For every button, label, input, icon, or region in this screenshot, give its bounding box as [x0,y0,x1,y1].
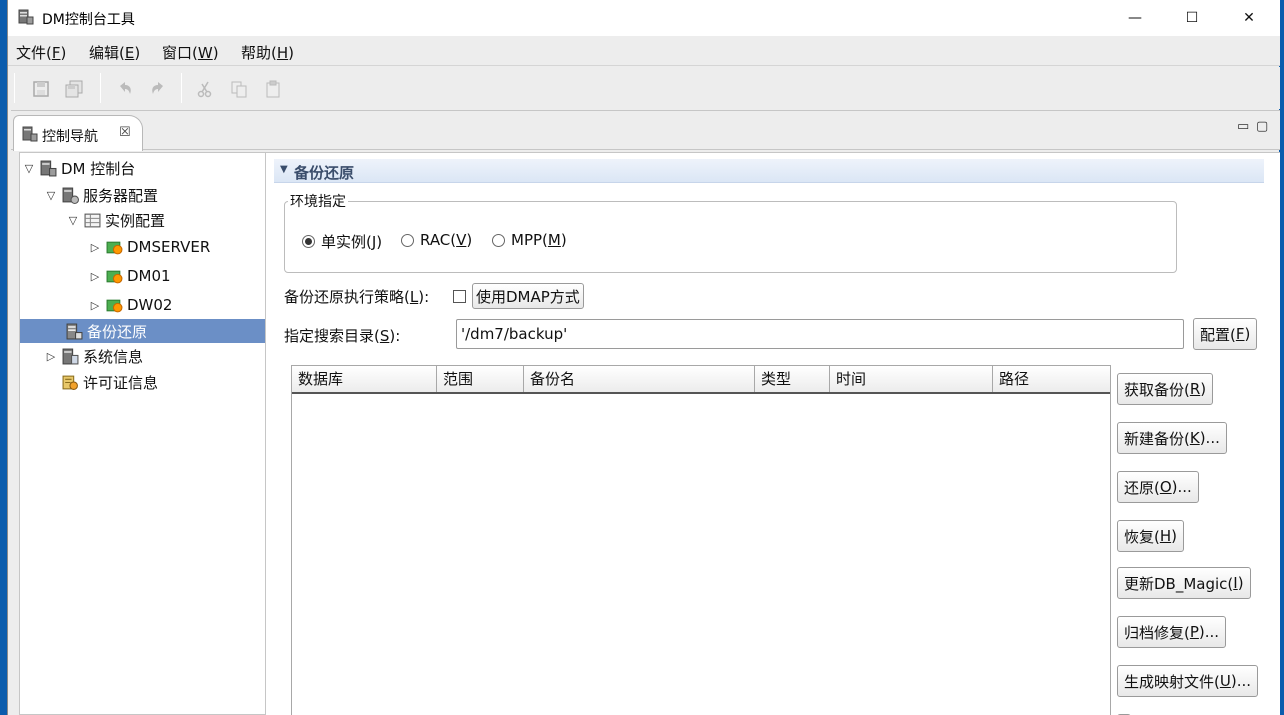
update-db-magic-button[interactable]: 更新DB_Magic(I) [1117,567,1251,599]
radio-unselected-icon [401,233,414,247]
expand-toggle-icon[interactable]: ▽ [44,189,58,202]
tree-node-backup-restore[interactable]: 备份还原 [20,319,265,343]
tree-node-label: 服务器配置 [83,186,159,205]
navigation-tree: ▽ DM 控制台 ▽ 服务器配置 ▽ 实例配置 ▷ DMSERVER ▷ DM0… [19,152,266,715]
column-header-path[interactable]: 路径 [993,366,1110,392]
column-header-type[interactable]: 类型 [755,366,830,392]
recover-button[interactable]: 恢复(H) [1117,520,1184,552]
tree-node-system-info[interactable]: ▷ 系统信息 [44,344,265,368]
menu-window[interactable]: 窗口(W) [162,42,219,63]
tree-node-dm01[interactable]: ▷ DM01 [88,264,265,288]
toolbar-separator [181,73,182,103]
config-button[interactable]: 配置(F) [1193,318,1258,350]
tree-node-dw02[interactable]: ▷ DW02 [88,293,265,317]
table-header: 数据库 范围 备份名 类型 时间 路径 [292,366,1110,394]
dmap-checkbox[interactable] [453,290,466,303]
search-dir-label: 指定搜索目录(S): [284,327,401,345]
dmap-option-label[interactable]: 使用DMAP方式 [472,283,584,309]
save-all-icon[interactable] [65,80,83,98]
collapse-arrow-icon[interactable]: ▼ [280,164,288,175]
maximize-button[interactable]: ☐ [1163,0,1221,36]
window-title: DM控制台工具 [42,12,135,28]
expand-toggle-icon[interactable]: ▷ [44,350,58,363]
generate-mapping-file-button[interactable]: 生成映射文件(U)... [1117,665,1258,697]
menu-bar: 文件(F) 编辑(E) 窗口(W) 帮助(H) [8,36,1280,66]
section-title: 备份还原 [294,164,355,182]
tree-node-label: DM01 [127,267,171,285]
backup-restore-editor: ▼ 备份还原 环境指定 单实例(J) RAC(V) MPP(M) 备份还原执行策… [266,152,1280,715]
instance-config-icon [84,213,101,227]
backup-table[interactable]: 数据库 范围 备份名 类型 时间 路径 [291,365,1111,715]
minimize-button[interactable]: — [1106,0,1164,36]
archive-repair-button[interactable]: 归档修复(P)... [1117,616,1227,648]
radio-unselected-icon [492,233,505,247]
get-backup-button[interactable]: 获取备份(R) [1117,373,1214,405]
expand-toggle-icon[interactable]: ▽ [22,162,36,175]
tree-node-label: 备份还原 [87,322,148,341]
column-header-database[interactable]: 数据库 [292,366,437,392]
toolbar-separator [100,73,101,103]
menu-help[interactable]: 帮助(H) [241,42,294,63]
server-config-icon [62,187,79,204]
tab-label: 控制导航 [42,129,98,145]
backup-icon [66,323,83,339]
tree-node-label: 许可证信息 [83,373,159,392]
toolbar [8,67,1280,109]
tree-node-label: DW02 [127,296,173,314]
radio-single-instance[interactable]: 单实例(J) [302,231,382,252]
tree-node-dmserver[interactable]: ▷ DMSERVER [88,235,265,259]
close-button[interactable]: ✕ [1220,0,1278,36]
view-tab-bar: 控制导航 ☒ ▭ ▢ [11,110,1280,151]
tree-node-label: DM 控制台 [61,159,136,178]
strategy-label: 备份还原执行策略(L): [284,288,430,306]
section-header[interactable]: ▼ 备份还原 [274,159,1264,183]
instance-icon [106,270,123,283]
tree-node-instance-config[interactable]: ▽ 实例配置 [66,208,265,232]
column-header-backup-name[interactable]: 备份名 [524,366,755,392]
radio-rac[interactable]: RAC(V) [401,231,472,249]
license-icon [62,375,78,390]
environment-legend: 环境指定 [288,191,348,211]
radio-mpp[interactable]: MPP(M) [492,231,567,249]
restore-button[interactable]: 还原(O)... [1117,471,1199,503]
copy-icon[interactable] [230,80,248,98]
expand-toggle-icon[interactable]: ▷ [88,270,102,283]
maximize-view-icon[interactable]: ▢ [1256,119,1268,134]
column-header-time[interactable]: 时间 [830,366,993,392]
tree-node-server-config[interactable]: ▽ 服务器配置 [44,183,265,207]
title-bar: DM控制台工具 — ☐ ✕ [8,0,1280,36]
tree-node-label: 实例配置 [105,211,166,230]
search-dir-input[interactable]: '/dm7/backup' [456,319,1184,349]
menu-edit[interactable]: 编辑(E) [89,42,140,63]
toolbar-separator [14,73,15,103]
radio-selected-icon [302,235,315,248]
cut-icon[interactable] [196,80,214,98]
app-icon [18,9,34,25]
expand-toggle-icon[interactable]: ▷ [88,299,102,312]
tree-node-dm-console[interactable]: ▽ DM 控制台 [22,156,265,180]
new-backup-button[interactable]: 新建备份(K)... [1117,422,1227,454]
console-icon [40,160,57,176]
save-icon[interactable] [32,80,50,98]
tab-control-navigation[interactable]: 控制导航 ☒ [13,115,143,151]
close-icon[interactable]: ☒ [119,125,131,140]
redo-icon[interactable] [149,80,167,98]
expand-toggle-icon[interactable]: ▷ [88,241,102,254]
expand-toggle-icon[interactable]: ▽ [66,214,80,227]
app-window: DM控制台工具 — ☐ ✕ 文件(F) 编辑(E) 窗口(W) 帮助(H) 控制… [7,0,1280,715]
instance-icon [106,241,123,254]
undo-icon[interactable] [116,80,134,98]
tree-node-label: DMSERVER [127,238,211,256]
tree-node-label: 系统信息 [83,347,144,366]
minimize-view-icon[interactable]: ▭ [1237,119,1249,134]
menu-file[interactable]: 文件(F) [16,42,66,63]
column-header-scope[interactable]: 范围 [437,366,524,392]
console-icon [22,126,38,142]
tree-node-license-info[interactable]: 许可证信息 [44,370,265,394]
paste-icon[interactable] [264,80,282,98]
instance-icon [106,299,123,312]
system-info-icon [62,348,79,364]
